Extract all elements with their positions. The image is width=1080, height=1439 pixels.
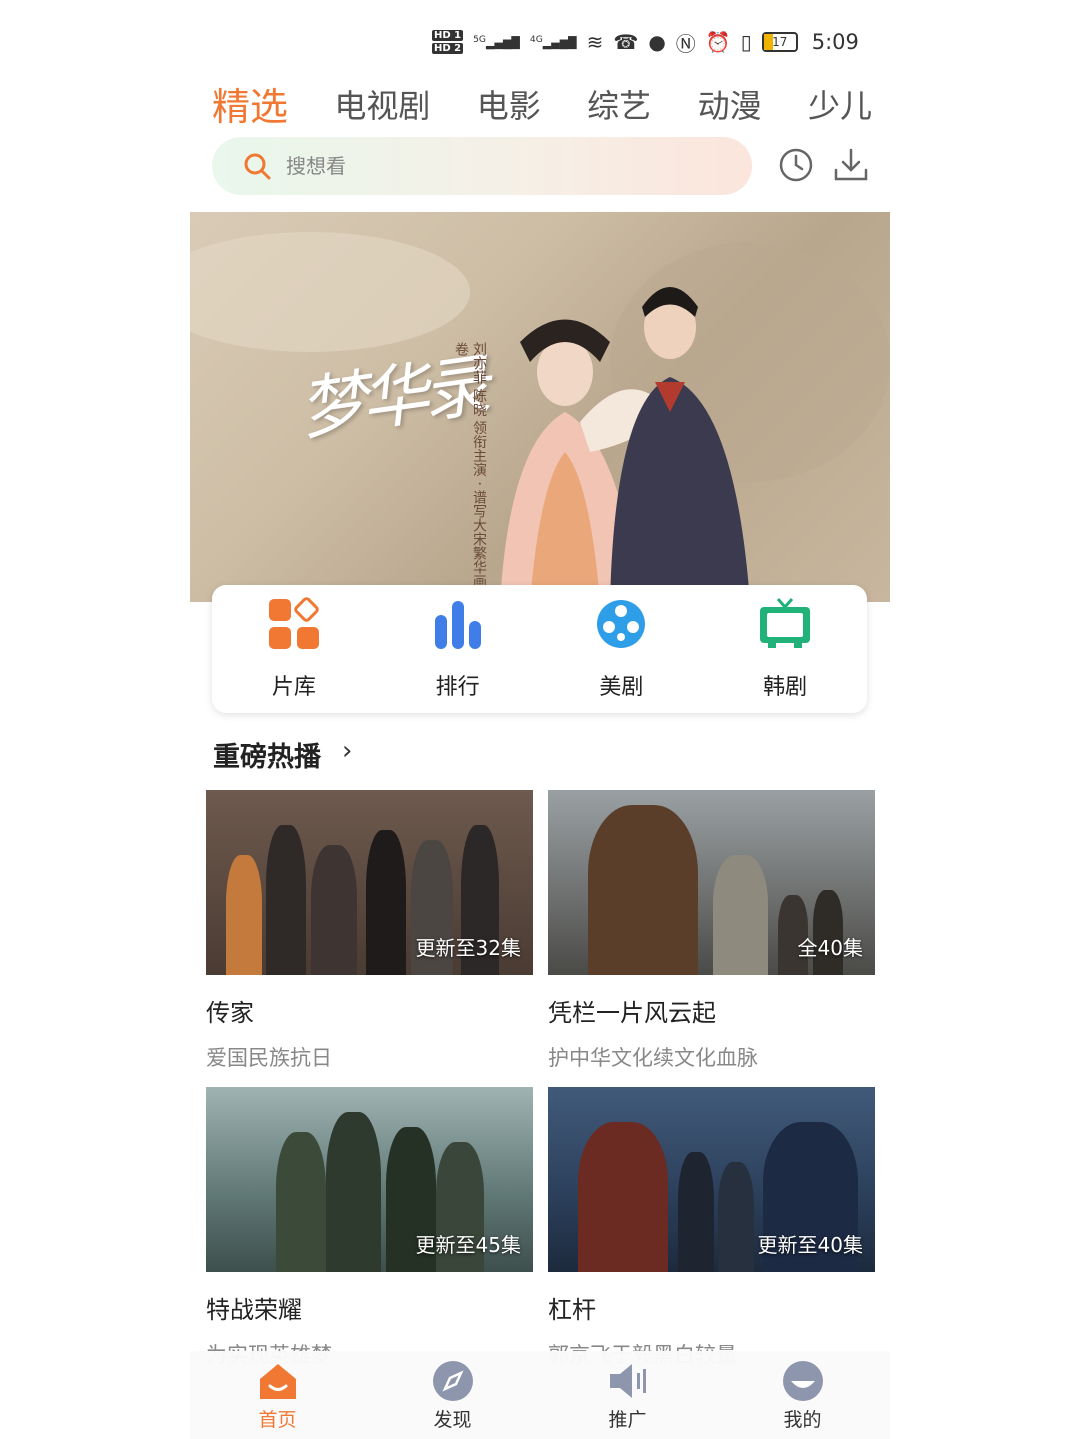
section-more-chevron-icon[interactable]: › [342,736,352,766]
section-title: 重磅热播 [213,742,321,773]
hd-indicator: HD 1 HD 2 [432,29,464,55]
episode-badge: 更新至45集 [415,1233,521,1257]
battery-level: 17 [772,35,788,49]
shortcut-us-drama-label: 美剧 [599,675,644,700]
show-title: 传家 [206,999,254,1027]
nav-promote[interactable]: 推广 [568,1359,688,1432]
shortcut-library-label: 片库 [271,675,316,700]
clock-time: 5:09 [811,30,859,54]
profile-icon [782,1360,823,1401]
show-thumbnail: 更新至40集 [548,1087,875,1272]
search-bar[interactable] [212,137,752,195]
episode-badge: 更新至32集 [415,936,521,960]
category-shortcuts: 片库 排行 美剧 韩剧 [212,585,867,713]
nav-discover-label: 发现 [433,1408,472,1431]
search-icon [244,153,271,180]
signal-5g-icon: 5G▂▄▆█ [473,34,520,50]
search-input[interactable] [284,153,688,179]
hero-banner[interactable]: 梦华录 刘亦菲 陈晓 领衔主演 · 谱写大宋繁华画卷 [190,212,890,602]
message-icon: ● [648,30,666,54]
tab-kids[interactable]: 少儿 [808,81,872,127]
download-icon[interactable] [832,146,870,184]
battery-icon: 17 [761,32,798,52]
vibrate-icon: ▯ [740,30,752,54]
net2-label: 4G [529,34,543,46]
show-card[interactable]: 更新至40集 杠杆 郭京飞于毅黑白较量 [548,1087,875,1369]
shortcut-ranking-label: 排行 [435,675,480,700]
nav-home-label: 首页 [258,1408,297,1431]
shortcut-us-drama[interactable]: 美剧 [556,597,686,701]
banner-artwork [190,232,890,602]
hd1-label: HD 1 [432,30,464,41]
speaker-icon [609,1363,646,1398]
tab-tv-series[interactable]: 电视剧 [334,81,430,127]
nav-home[interactable]: 首页 [218,1359,338,1432]
show-subtitle: 爱国民族抗日 [206,1046,332,1070]
alarm-icon: ⏰ [705,30,731,54]
show-subtitle: 护中华文化续文化血脉 [548,1046,758,1070]
shortcut-library[interactable]: 片库 [229,597,359,701]
episode-badge: 更新至40集 [757,1233,863,1257]
film-reel-icon [597,600,646,648]
show-title: 杠杆 [548,1296,596,1324]
ranking-icon [434,601,481,649]
nav-profile-label: 我的 [783,1408,822,1431]
tab-featured[interactable]: 精选 [212,76,288,131]
tv-icon [760,598,811,648]
banner-subtitle: 刘亦菲 陈晓 领衔主演 · 谱写大宋繁华画卷 [453,342,487,589]
net1-label: 5G [473,34,487,46]
nav-promote-label: 推广 [608,1408,647,1431]
wifi-icon: ≋ [586,30,604,54]
tab-movies[interactable]: 电影 [477,81,541,127]
show-thumbnail: 更新至32集 [206,790,533,975]
nav-discover[interactable]: 发现 [393,1359,513,1432]
call-icon: ☎ [613,30,639,54]
home-icon [259,1363,296,1399]
show-title: 特战荣耀 [206,1296,302,1324]
nfc-icon: Ⓝ [675,31,696,56]
show-card[interactable]: 更新至45集 特战荣耀 为实现英雄梦 [206,1087,533,1369]
show-thumbnail: 全40集 [548,790,875,975]
shortcut-korean-drama[interactable]: 韩剧 [720,597,850,701]
episode-badge: 全40集 [797,936,863,960]
show-card[interactable]: 全40集 凭栏一片风云起 护中华文化续文化血脉 [548,790,875,1072]
clock-icon[interactable] [777,146,815,184]
category-tabs: 精选 电视剧 电影 综艺 动漫 少儿 [212,76,872,131]
bottom-navigation: 首页 发现 推广 我的 [190,1351,890,1439]
show-title: 凭栏一片风云起 [548,999,716,1027]
nav-profile[interactable]: 我的 [743,1359,863,1432]
tab-variety[interactable]: 综艺 [587,81,651,127]
status-bar: HD 1 HD 2 5G▂▄▆█ 4G▂▄▆█ ≋ ☎ ● Ⓝ ⏰ ▯ 17 5… [432,22,1042,62]
tab-anime[interactable]: 动漫 [698,81,762,127]
library-icon [268,597,319,649]
signal-4g-icon: 4G▂▄▆█ [529,34,577,50]
compass-icon [432,1360,473,1401]
shortcut-korean-drama-label: 韩剧 [763,675,808,700]
show-thumbnail: 更新至45集 [206,1087,533,1272]
hd2-label: HD 2 [432,43,464,54]
shortcut-ranking[interactable]: 排行 [393,597,523,701]
show-card[interactable]: 更新至32集 传家 爱国民族抗日 [206,790,533,1072]
